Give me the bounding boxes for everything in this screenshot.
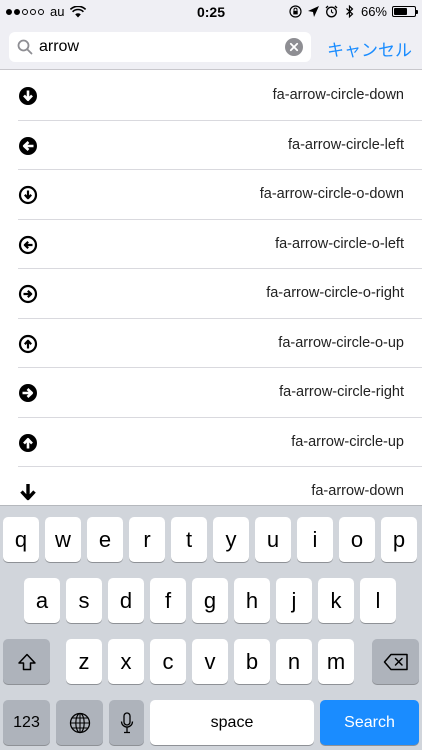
- battery-icon: [392, 6, 418, 17]
- result-label: fa-arrow-down: [311, 483, 404, 499]
- status-bar: au 0:25 66%: [0, 0, 422, 24]
- keyboard: q w e r t y u i o p a s d f g h j k l z …: [0, 505, 422, 750]
- battery-percent: 66%: [360, 4, 387, 19]
- list-item[interactable]: fa-arrow-circle-o-down: [18, 170, 422, 220]
- microphone-icon: [120, 711, 133, 733]
- status-right: 66%: [289, 4, 418, 19]
- list-item[interactable]: fa-arrow-circle-up: [18, 418, 422, 467]
- key-o[interactable]: o: [339, 517, 375, 562]
- key-n[interactable]: n: [276, 639, 312, 684]
- location-icon: [307, 6, 319, 17]
- clear-icon[interactable]: [285, 38, 303, 56]
- arrow-circle-o-up-icon: [18, 334, 38, 353]
- key-t[interactable]: t: [171, 517, 207, 562]
- key-r[interactable]: r: [129, 517, 165, 562]
- key-x[interactable]: x: [108, 639, 144, 684]
- list-item[interactable]: fa-arrow-circle-down: [18, 71, 422, 121]
- globe-icon: [69, 712, 90, 733]
- key-b[interactable]: b: [234, 639, 270, 684]
- list-item[interactable]: fa-arrow-circle-o-left: [18, 220, 422, 269]
- key-a[interactable]: a: [24, 578, 60, 623]
- key-y[interactable]: y: [213, 517, 249, 562]
- key-k[interactable]: k: [318, 578, 354, 623]
- numbers-key[interactable]: 123: [3, 700, 50, 745]
- backspace-icon: [383, 653, 408, 670]
- results-list: fa-arrow-circle-down fa-arrow-circle-lef…: [0, 71, 422, 517]
- shift-icon: [17, 653, 36, 670]
- key-i[interactable]: i: [297, 517, 333, 562]
- key-q[interactable]: q: [3, 517, 39, 562]
- key-w[interactable]: w: [45, 517, 81, 562]
- globe-key[interactable]: [56, 700, 103, 745]
- result-label: fa-arrow-circle-o-left: [275, 235, 404, 252]
- result-label: fa-arrow-circle-o-down: [259, 186, 404, 202]
- list-item[interactable]: fa-arrow-circle-right: [18, 368, 422, 418]
- search-field[interactable]: [9, 32, 311, 62]
- search-header: キャンセル: [0, 24, 422, 70]
- space-key[interactable]: space: [150, 700, 314, 745]
- key-v[interactable]: v: [192, 639, 228, 684]
- key-c[interactable]: c: [150, 639, 186, 684]
- result-label: fa-arrow-circle-o-right: [266, 285, 404, 301]
- result-label: fa-arrow-circle-down: [272, 87, 404, 103]
- bluetooth-icon: [346, 5, 354, 18]
- key-f[interactable]: f: [150, 578, 186, 623]
- key-p[interactable]: p: [381, 517, 417, 562]
- result-label: fa-arrow-circle-up: [291, 433, 404, 450]
- list-item[interactable]: fa-arrow-circle-o-right: [18, 269, 422, 319]
- search-key[interactable]: Search: [320, 700, 419, 745]
- cancel-button[interactable]: キャンセル: [327, 36, 412, 61]
- dictation-key[interactable]: [109, 700, 144, 745]
- arrow-circle-down-icon: [19, 87, 37, 105]
- search-icon: [17, 39, 33, 55]
- arrow-circle-up-icon: [19, 433, 37, 452]
- key-m[interactable]: m: [318, 639, 354, 684]
- arrow-circle-o-right-icon: [18, 284, 38, 304]
- shift-key[interactable]: [3, 639, 50, 684]
- key-e[interactable]: e: [87, 517, 123, 562]
- result-label: fa-arrow-circle-left: [287, 136, 404, 153]
- search-input[interactable]: [39, 38, 269, 56]
- result-label: fa-arrow-circle-right: [279, 384, 404, 400]
- arrow-circle-right-icon: [19, 384, 37, 402]
- arrow-down-icon: [20, 484, 36, 501]
- arrow-circle-o-left-icon: [18, 235, 38, 254]
- delete-key[interactable]: [372, 639, 419, 684]
- alarm-icon: [325, 5, 338, 18]
- key-s[interactable]: s: [66, 578, 102, 623]
- key-u[interactable]: u: [255, 517, 291, 562]
- key-l[interactable]: l: [360, 578, 396, 623]
- key-g[interactable]: g: [192, 578, 228, 623]
- list-item[interactable]: fa-arrow-circle-o-up: [18, 319, 422, 368]
- result-label: fa-arrow-circle-o-up: [278, 334, 404, 351]
- arrow-circle-left-icon: [19, 136, 37, 155]
- key-d[interactable]: d: [108, 578, 144, 623]
- list-item[interactable]: fa-arrow-circle-left: [18, 121, 422, 170]
- key-z[interactable]: z: [66, 639, 102, 684]
- orientation-lock-icon: [289, 5, 302, 18]
- key-h[interactable]: h: [234, 578, 270, 623]
- arrow-circle-o-down-icon: [18, 185, 38, 205]
- key-j[interactable]: j: [276, 578, 312, 623]
